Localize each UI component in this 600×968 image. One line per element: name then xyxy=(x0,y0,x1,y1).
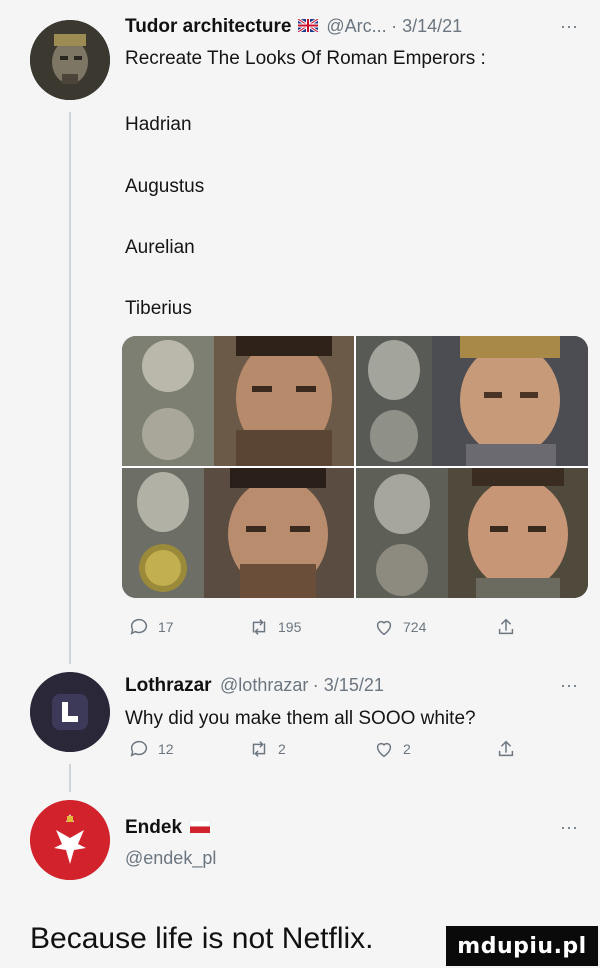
like-count: 724 xyxy=(403,619,427,635)
tweet2-actions: 12 2 2 xyxy=(128,738,517,760)
avatar-lothrazar[interactable] xyxy=(30,672,110,752)
share-button[interactable] xyxy=(495,738,517,760)
like-button[interactable]: 724 xyxy=(373,616,495,638)
reply-button[interactable]: 17 xyxy=(128,616,248,638)
reply-count: 17 xyxy=(158,619,174,635)
watermark-logo: mdupiu.pl xyxy=(446,926,598,966)
thread-line xyxy=(69,764,71,792)
media-image[interactable] xyxy=(122,336,354,466)
retweet-icon xyxy=(252,619,266,635)
media-image[interactable] xyxy=(356,468,588,598)
avatar-endek[interactable] xyxy=(30,800,110,880)
share-button[interactable] xyxy=(495,616,517,638)
tweet3-header: Endek xyxy=(125,817,211,839)
more-options-icon[interactable]: ··· xyxy=(560,675,578,696)
tweet1-header: Tudor architecture @Arc... · 3/14/21 xyxy=(125,16,462,38)
list-item: Hadrian xyxy=(125,114,192,135)
thread-line xyxy=(69,112,71,664)
poland-flag-icon xyxy=(190,819,211,838)
tweet-text: Because life is not Netflix. xyxy=(30,922,374,955)
retweet-icon xyxy=(252,741,266,757)
retweet-count: 2 xyxy=(278,741,286,757)
handle[interactable]: @Arc... xyxy=(326,16,386,36)
more-options-icon[interactable]: ··· xyxy=(560,817,578,838)
display-name[interactable]: Endek xyxy=(125,817,182,838)
reply-icon xyxy=(130,740,148,757)
list-item: Augustus xyxy=(125,176,205,197)
share-icon xyxy=(498,740,514,757)
tweet-date[interactable]: · 3/15/21 xyxy=(313,675,384,695)
media-image[interactable] xyxy=(356,336,588,466)
retweet-button[interactable]: 2 xyxy=(248,738,373,760)
reply-count: 12 xyxy=(158,741,174,757)
uk-flag-icon xyxy=(297,17,319,37)
list-item: Aurelian xyxy=(125,237,195,258)
media-image[interactable] xyxy=(122,468,354,598)
heart-icon xyxy=(376,620,392,636)
statue-avatar-image xyxy=(30,20,110,100)
reply-button[interactable]: 12 xyxy=(128,738,248,760)
tweet2-header: Lothrazar @lothrazar · 3/15/21 xyxy=(125,675,384,697)
handle[interactable]: @lothrazar xyxy=(220,675,308,695)
eagle-avatar-image xyxy=(30,800,110,880)
logo-avatar-image xyxy=(30,672,110,752)
handle[interactable]: @endek_pl xyxy=(125,848,216,869)
like-count: 2 xyxy=(403,741,411,757)
tweet-media-grid[interactable] xyxy=(122,336,588,598)
reply-icon xyxy=(130,618,148,635)
tweet1-actions: 17 195 724 xyxy=(128,616,517,638)
avatar-tudor[interactable] xyxy=(30,20,110,100)
share-icon xyxy=(498,618,514,635)
tweet-text: Why did you make them all SOOO white? xyxy=(125,708,476,729)
retweet-button[interactable]: 195 xyxy=(248,616,373,638)
tweet-date[interactable]: · 3/14/21 xyxy=(391,16,462,36)
like-button[interactable]: 2 xyxy=(373,738,495,760)
display-name[interactable]: Tudor architecture xyxy=(125,16,291,37)
retweet-count: 195 xyxy=(278,619,302,635)
list-item: Tiberius xyxy=(125,298,192,319)
display-name[interactable]: Lothrazar xyxy=(125,675,212,696)
heart-icon xyxy=(376,742,392,758)
tweet-text: Recreate The Looks Of Roman Emperors : xyxy=(125,48,486,69)
more-options-icon[interactable]: ··· xyxy=(560,16,578,37)
